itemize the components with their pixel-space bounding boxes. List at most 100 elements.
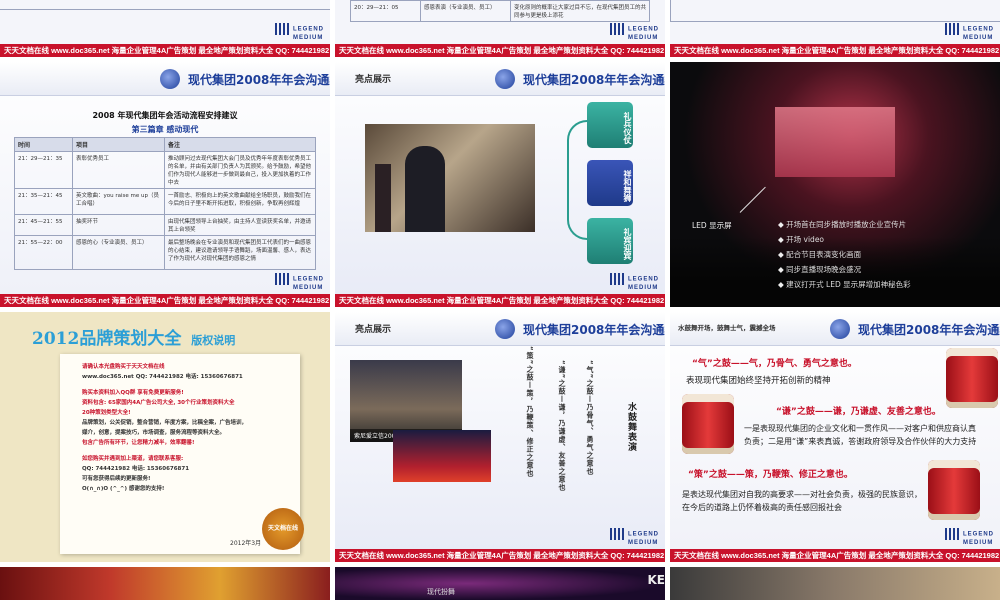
slide-header: 亮点展示 现代集团2008年年会沟通案	[335, 312, 665, 346]
program-table: 时间 项目 备注 21：29—21：35 表彰优秀员工 推动顾问过去现代集团大会…	[14, 137, 316, 270]
legend-medium-logo: LEGEND MEDIUM	[944, 23, 994, 42]
cell-time: 21：55—22：00	[14, 235, 73, 270]
bracket-connector	[567, 120, 587, 240]
legend-medium-logo: LEGEND MEDIUM	[609, 273, 659, 292]
legend-medium-logo: LEGEND MEDIUM	[274, 23, 324, 42]
table-fragment	[670, 0, 1000, 22]
footer-banner: 天天文档在线 www.doc365.net 海量企业管理4A广告策划 最全地产策…	[670, 44, 1000, 57]
drum-image	[946, 348, 998, 408]
cell-item: 表彰优秀员工	[72, 151, 165, 189]
slide-highlight-guards: 亮点展示 现代集团2008年年会沟通案 礼兵仪仗 祥和舞狮 礼宾迎宾 LEGEN…	[335, 62, 665, 307]
feature-box-lion-dance: 祥和舞狮	[587, 160, 633, 206]
stage-bullet: 开场 video	[778, 234, 824, 245]
slide-header: 亮点展示 现代集团2008年年会沟通案	[335, 62, 665, 96]
column-header: 项目	[72, 137, 165, 152]
slide-header: 水鼓舞开场，鼓舞士气，震撼全场 现代集团2008年年会沟通案	[670, 312, 1000, 346]
slide-bottom-right	[670, 567, 1000, 600]
slide-header: 现代集团2008年年会沟通案	[0, 62, 330, 96]
cell-note: 一首励志、积极向上的英文歌曲献给全场职员，鼓励我们在今后的日子里不断开拓进取，积…	[164, 188, 316, 215]
column-header: 备注	[164, 137, 316, 152]
feature-box-guards: 礼兵仪仗	[587, 102, 633, 148]
bottom-edge-text: KE	[647, 573, 666, 587]
deck-title: 现代集团2008年年会沟通案	[523, 323, 665, 337]
company-emblem-icon	[830, 319, 850, 339]
legend-medium-logo: LEGEND MEDIUM	[944, 528, 994, 547]
drum-image	[928, 460, 980, 520]
table-fragment	[0, 0, 330, 10]
legend-medium-logo: LEGEND MEDIUM	[274, 273, 324, 292]
table-row: 21：55—22：00 感恩的心（专业演员、员工） 最后整场晚会在专业演员和现代…	[14, 235, 316, 270]
slide-top-middle: 20：29—21：05 感恩表演（专业演员、员工） 变化原则的概率让大家过目不忘…	[335, 0, 665, 57]
deck-title: 现代集团2008年年会沟通案	[188, 73, 330, 87]
drum-text-qian: 一是表现现代集团的企业文化和一贯作风——对客户和供应商认真负责；二是用“谦”来表…	[744, 424, 977, 446]
cell-item: 感恩表演（专业演员、员工）	[420, 0, 511, 22]
cell-time: 21：29—21：35	[14, 151, 73, 189]
drum-heading-qi: “气”之鼓——气，乃骨气、勇气之意也。	[692, 359, 857, 369]
footer-banner: 天天文档在线 www.doc365.net 海量企业管理4A广告策划 最全地产策…	[335, 44, 665, 57]
cell-time: 20：29—21：05	[350, 0, 421, 22]
slide-bottom-left	[0, 567, 330, 600]
slide-kicker: 亮点展示	[355, 75, 392, 85]
bottom-caption: 现代扮舞	[427, 588, 455, 596]
pointer-line	[739, 186, 766, 213]
cell-note: 推动顾问过去现代集团大会门员及优秀年年度表彰优秀员工的名单，并由有关部门负责人为…	[164, 151, 316, 189]
company-emblem-icon	[495, 69, 515, 89]
drum-heading-ce: “策”之鼓——策，乃鞭策、修正之意也。	[688, 470, 853, 480]
stage-bullet: 同步直播现场晚会盛况	[778, 264, 861, 275]
cell-note: 变化原则的概率让大家过目不忘，在现代集团员工的共同参与更是极上添花	[510, 0, 650, 22]
cell-note: 最后整场晚会在专业演员和现代集团员工代表们的一曲感恩的心结束，建议邀请领导手语舞…	[164, 235, 316, 270]
slide-bottom-middle: 现代扮舞 KE	[335, 567, 665, 600]
drum-text-ce: 是表达现代集团对自我的高要求——对社会负责，极强的民族意识，在今后的道路上仍怀着…	[682, 490, 922, 512]
event-photo	[365, 124, 535, 232]
deck-title: 现代集团2008年年会沟通案	[858, 323, 1000, 337]
deck-title: 现代集团2008年年会沟通案	[523, 73, 665, 87]
cell-time: 21：35—21：45	[14, 188, 73, 215]
table-header-row: 时间 项目 备注	[14, 137, 316, 152]
promo-badge: 天文档在线	[262, 508, 304, 550]
drum-meaning-column: “谦”之鼓—谦，乃谦虚、友善之意也	[558, 360, 566, 492]
table-row: 21：45—21：55 抽奖环节 由现代集团领导上台抽奖，由主持人宣读获奖名单，…	[14, 214, 316, 236]
table-row: 20：29—21：05 感恩表演（专业演员、员工） 变化原则的概率让大家过目不忘…	[350, 0, 650, 22]
audience-figure	[375, 164, 391, 232]
led-screen	[775, 107, 895, 177]
footer-banner: 天天文档在线 www.doc365.net 海量企业管理4A广告策划 最全地产策…	[0, 44, 330, 57]
side-title: 水鼓舞表演	[626, 402, 636, 452]
slide-water-drums: 水鼓舞开场，鼓舞士气，震撼全场 现代集团2008年年会沟通案 “气”之鼓——气，…	[670, 312, 1000, 562]
drum-image	[682, 394, 734, 454]
stage-bullet: 建议打开式 LED 显示屏增加神秘色彩	[778, 279, 910, 290]
footer-banner: 天天文档在线 www.doc365.net 海量企业管理4A广告策划 最全地产策…	[0, 294, 330, 307]
drum-meaning-column: “策”之鼓—策，乃鞭策、修正之意也	[526, 346, 534, 478]
slide-program-table: 现代集团2008年年会沟通案 2008 年现代集团年会活动流程安排建议 第三篇章…	[0, 62, 330, 307]
speaker-figure	[405, 146, 445, 232]
slide-kicker: 水鼓舞开场，鼓舞士气，震撼全场	[678, 324, 776, 332]
table-heading: 2008 年现代集团年会活动流程安排建议	[92, 111, 238, 120]
promo-title: 2012品牌策划大全 版权说明	[32, 329, 236, 349]
column-header: 时间	[14, 137, 73, 152]
dance-photo	[393, 430, 491, 482]
slide-top-left: LEGEND MEDIUM 天天文档在线 www.doc365.net 海量企业管…	[0, 0, 330, 57]
table-row: 21：29—21：35 表彰优秀员工 推动顾问过去现代集团大会门员及优秀年年度表…	[14, 151, 316, 189]
footer-banner: 天天文档在线 www.doc365.net 海量企业管理4A广告策划 最全地产策…	[670, 549, 1000, 562]
footer-banner: 天天文档在线 www.doc365.net 海量企业管理4A广告策划 最全地产策…	[335, 294, 665, 307]
slide-kicker: 亮点展示	[355, 325, 392, 335]
led-label: LED 显示屏	[692, 221, 732, 230]
feature-box-welcome: 礼宾迎宾	[587, 218, 633, 264]
promo-date: 2012年3月	[230, 540, 262, 547]
legend-medium-logo: LEGEND MEDIUM	[609, 528, 659, 547]
chapter-heading: 第三篇章 感动现代	[131, 125, 199, 134]
legend-medium-logo: LEGEND MEDIUM	[609, 23, 659, 42]
stage-bullet: 开场首在同步播放时播放企业宣传片	[778, 219, 906, 230]
cell-time: 21：45—21：55	[14, 214, 73, 236]
promo-text: 请确认本光盘购买于天天文档在线 www.doc365.net QQ: 74442…	[82, 364, 248, 492]
slide-stage-led: LED 显示屏 开场首在同步播放时播放企业宣传片 开场 video 配合节目表演…	[670, 62, 1000, 307]
cell-item: 感恩的心（专业演员、员工）	[72, 235, 165, 270]
drum-text-qi: 表现现代集团始终坚持开拓创新的精神	[686, 376, 831, 386]
stage-bullet: 配合节目表演变化画面	[778, 249, 861, 260]
table-row: 21：35—21：45 英文歌曲：you raise me up（员工合唱） 一…	[14, 188, 316, 215]
slide-highlight-drums-preview: 亮点展示 现代集团2008年年会沟通案 索尼爱立信2007中国峰会 “气”之鼓—…	[335, 312, 665, 562]
cell-item: 英文歌曲：you raise me up（员工合唱）	[72, 188, 165, 215]
slide-promo-copyright: 2012品牌策划大全 版权说明 请确认本光盘购买于天天文档在线 www.doc3…	[0, 312, 330, 562]
drum-meaning-column: “气”之鼓—乃骨气、勇气之意也	[586, 360, 594, 476]
cell-note: 由现代集团领导上台抽奖，由主持人宣读获奖名单，并邀请其上台领奖	[164, 214, 316, 236]
company-emblem-icon	[495, 319, 515, 339]
